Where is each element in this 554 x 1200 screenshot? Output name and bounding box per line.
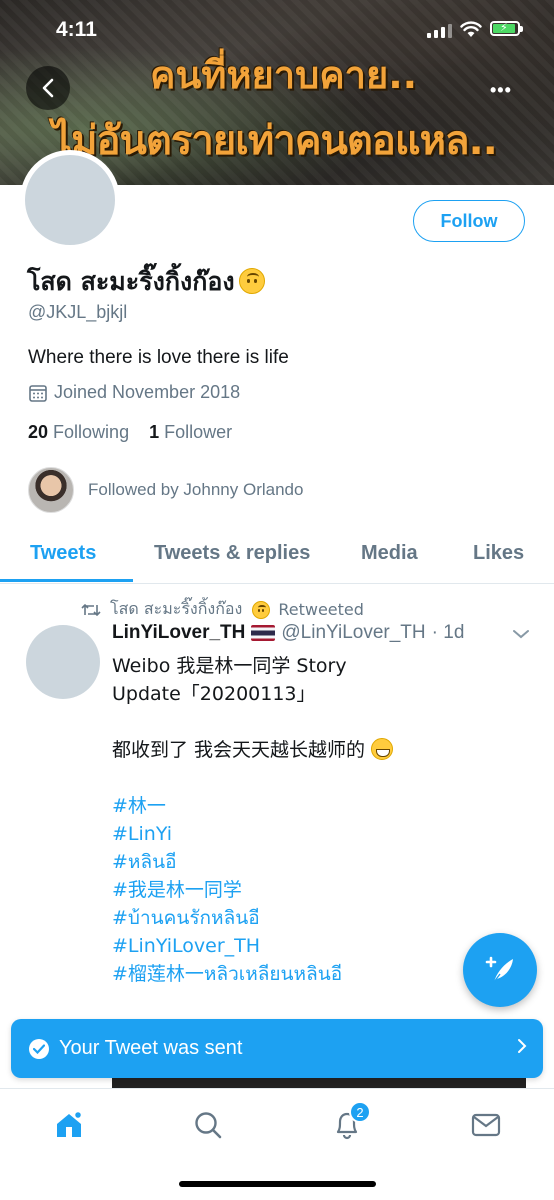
follow-counts: 20 Following 1 Follower [28,422,232,443]
joined-date: Joined November 2018 [54,382,241,402]
notifications-badge: 2 [349,1101,371,1123]
hashtag-link[interactable]: #LinYiLover_TH [112,932,442,960]
chevron-right-icon [518,1039,527,1053]
tweet-author-avatar[interactable] [26,625,100,699]
profile-tabs: Tweets Tweets & replies Media Likes [0,530,554,584]
status-bar: 4:11 ⚡ [0,0,554,60]
calendar-icon [29,384,47,402]
toast-message: Your Tweet was sent [59,1037,243,1059]
tab-likes[interactable]: Likes [473,542,524,565]
followed-by-row[interactable]: Followed by Johnny Orlando [28,467,303,513]
tweet-author-handle: @LinYiLover_TH [281,622,426,643]
chevron-down-icon[interactable] [512,628,530,640]
active-tab-indicator [0,579,133,582]
hashtag-link[interactable]: #หลินอี [112,848,442,876]
followers-link[interactable]: 1 Follower [149,422,232,442]
nav-messages[interactable] [466,1105,506,1145]
profile-handle: @JKJL_bjkjl [28,302,128,322]
nav-search[interactable] [188,1105,228,1145]
following-label: Following [53,422,130,442]
battery-icon: ⚡ [490,21,523,36]
tweet-text-line-with-emoji: 都收到了 我会天天越长越师的 [112,736,442,764]
tweet-text-line: 都收到了 我会天天越长越师的 [112,739,366,761]
compose-tweet-button[interactable] [463,933,537,1007]
following-link[interactable]: 20 Following [28,422,129,442]
tab-tweets-replies[interactable]: Tweets & replies [154,542,310,565]
display-name-row: โสด สะมะริ๊งกิ้งก๊อง [27,262,265,302]
more-options-icon[interactable]: ••• [490,80,512,101]
tweet-header: LinYiLover_TH @LinYiLover_TH · 1d [112,622,464,644]
follower-avatar [28,467,74,513]
status-time: 4:11 [56,18,97,41]
checkmark-icon [29,1038,49,1059]
mail-icon [471,1113,501,1137]
retweeted-by-name: โสด สะมะริ๊งกิ้งก๊อง [110,599,243,618]
home-indicator [179,1181,376,1187]
back-button[interactable] [26,66,70,110]
search-icon [195,1112,222,1139]
banner-text-line2: ไม่อันตรายเท่าคนตอแหล.. [52,118,498,164]
wifi-icon [460,21,482,37]
tweet-text-line: Weibo 我是林一同学 Story [112,655,347,677]
chevron-left-icon [42,78,54,98]
tweet-text: Weibo 我是林一同学 Story Update「20200113」 都收到了… [112,652,442,988]
followed-by-text: Followed by Johnny Orlando [88,480,304,499]
hashtag-link[interactable]: #林一 [112,792,442,820]
retweet-icon [81,603,101,616]
display-name: โสด สะมะริ๊งกิ้งก๊อง [27,267,235,296]
signal-icon [427,24,452,38]
profile-bio: Where there is love there is life [28,347,289,368]
nav-notifications[interactable]: 2 [327,1101,371,1145]
tweet-text-line: Update「20200113」 [112,683,316,705]
retweet-context: โสด สะมะริ๊งกิ้งก๊อง Retweeted [80,597,364,622]
upside-down-face-emoji-icon [252,600,271,619]
grinning-face-emoji-icon [371,738,394,760]
tweet-text-line [112,708,442,736]
follow-button[interactable]: Follow [413,200,525,242]
tweet-sent-toast[interactable]: Your Tweet was sent [11,1019,543,1078]
tweet-author-name[interactable]: LinYiLover_TH [112,622,245,644]
joined-date-row: Joined November 2018 [28,382,240,403]
profile-avatar[interactable] [20,150,120,250]
tweet-timestamp: · 1d [431,622,465,643]
nav-home[interactable] [49,1105,89,1145]
followers-count: 1 [149,422,160,442]
compose-feather-icon [485,956,513,983]
thailand-flag-icon [251,625,276,641]
hashtag-link[interactable]: #我是林一同学 [112,876,442,904]
tab-tweets[interactable]: Tweets [30,542,96,565]
retweeted-label: Retweeted [278,600,364,619]
followers-label: Follower [164,422,233,442]
following-count: 20 [28,422,49,442]
hashtag-link[interactable]: #LinYi [112,820,442,848]
home-icon [57,1110,83,1137]
hashtag-link[interactable]: #บ้านคนรักหลินอี [112,904,442,932]
hashtag-link[interactable]: #榴莲林一หลิวเหลียนหลินอี [112,960,442,988]
upside-down-face-emoji-icon [238,268,265,294]
tab-media[interactable]: Media [361,542,418,565]
